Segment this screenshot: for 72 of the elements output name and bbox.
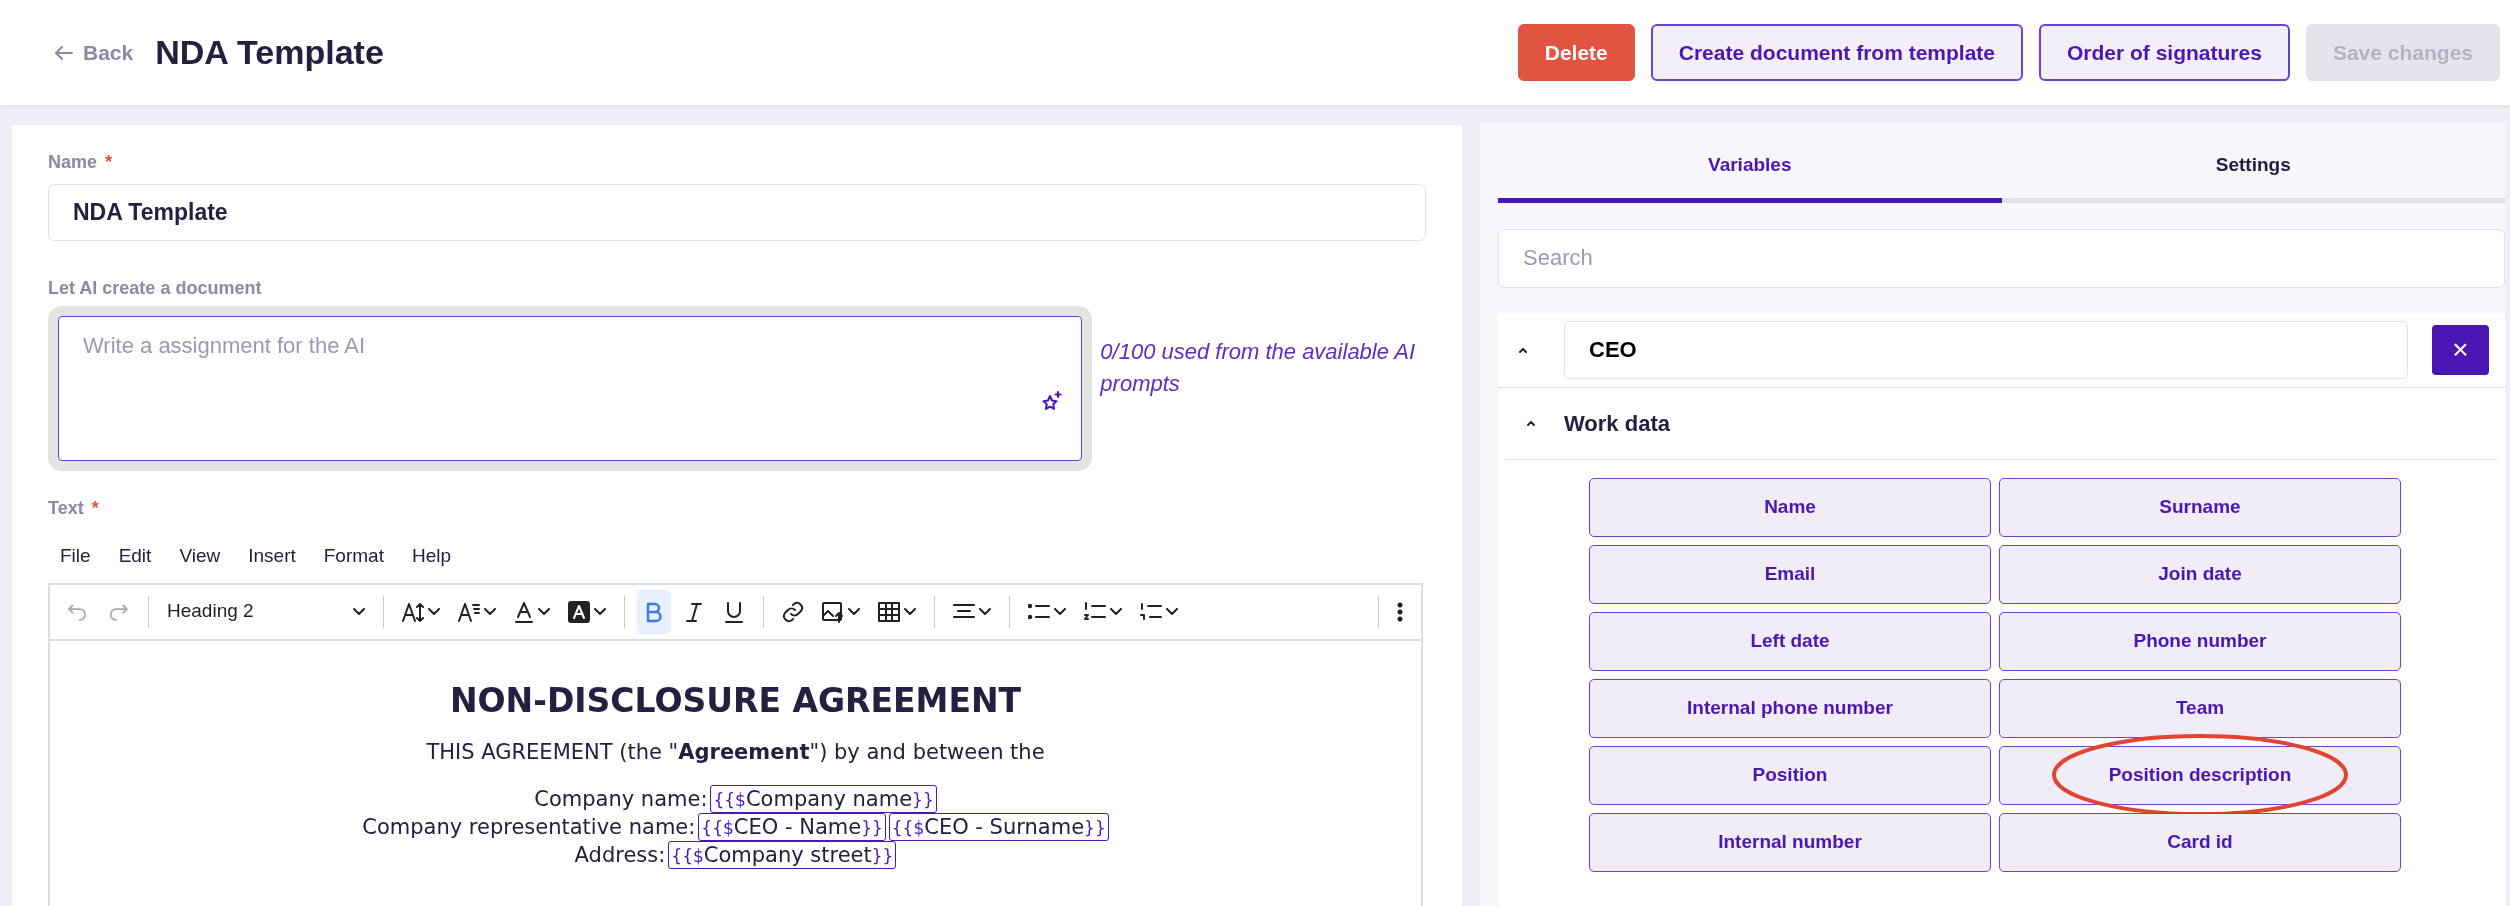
document-paragraph: THIS AGREEMENT (the "Agreement") by and between the: [425, 739, 1046, 766]
menu-item[interactable]: File: [48, 530, 103, 583]
close-button[interactable]: ×: [2432, 324, 2489, 375]
sparkle-icon: [1041, 390, 1064, 412]
caret-icon: [1110, 607, 1122, 616]
action-button[interactable]: Create document from template: [1650, 24, 2023, 81]
caret-icon: [848, 607, 860, 616]
panel-tab[interactable]: Settings: [2001, 123, 2505, 203]
caret-icon: [904, 607, 916, 616]
variable-button[interactable]: Join date: [1999, 544, 2401, 604]
variable-tag[interactable]: {{$CEO - Name}}: [698, 812, 886, 841]
table-icon: [878, 600, 900, 623]
field-label: Text: [48, 497, 84, 520]
caret-icon: [353, 607, 365, 616]
variable-button[interactable]: Surname: [1999, 477, 2401, 537]
panel-tab[interactable]: Variables: [1498, 123, 2002, 203]
caret-icon: [484, 607, 496, 616]
caret-icon: [979, 607, 991, 616]
block-format-dropdown[interactable]: Heading 2: [161, 589, 371, 634]
variable-tag[interactable]: {{$Company street}}: [668, 841, 897, 870]
document-text: Company name:: [534, 786, 708, 811]
variable-button[interactable]: Card id: [1999, 812, 2401, 872]
variable-button[interactable]: Phone number: [1999, 611, 2401, 671]
link-icon: [782, 600, 804, 623]
variable-button[interactable]: Email: [1589, 544, 1991, 604]
search-field[interactable]: Search: [1498, 228, 2505, 288]
caret-icon: [594, 607, 606, 616]
line-height-icon: [458, 600, 480, 623]
document-heading: NON-DISCLOSURE AGREEMENT: [448, 679, 1023, 722]
delete-button[interactable]: Delete: [1517, 24, 1635, 81]
image-icon: [822, 600, 844, 623]
field-label: Let AI create a document: [48, 277, 262, 300]
caret-icon: [1166, 607, 1178, 616]
variable-button[interactable]: Internal phone number: [1589, 678, 1991, 738]
bold-button[interactable]: [637, 589, 671, 634]
menu-item[interactable]: Edit: [106, 530, 164, 583]
caret-icon: [538, 607, 550, 616]
document-text: Address:: [574, 843, 666, 867]
variable-button[interactable]: Left date: [1589, 611, 1991, 671]
more-icon: [1397, 600, 1403, 623]
multilevel-list-icon: [1140, 600, 1162, 623]
text-color-icon: [514, 600, 534, 623]
font-size-icon: [402, 600, 424, 623]
menu-item[interactable]: Help: [399, 530, 463, 583]
menu-item[interactable]: Insert: [236, 530, 308, 583]
menu-item[interactable]: Format: [311, 530, 396, 583]
caret-icon: [428, 607, 440, 616]
arrow-left-icon: [55, 45, 73, 60]
variable-tag[interactable]: {{$Company name}}: [710, 784, 937, 813]
ai-usage-text: 0/100 used from the available AI prompts: [1100, 338, 1417, 398]
section-title: Work data: [1564, 409, 1670, 438]
variable-button[interactable]: Position description: [1999, 745, 2401, 805]
document-text: Company representative name:: [362, 814, 696, 839]
variable-button[interactable]: Team: [1999, 678, 2401, 738]
variable-tag[interactable]: {{$CEO - Surname}}: [888, 812, 1109, 841]
caret-icon: [1054, 607, 1066, 616]
field-label: Name: [48, 151, 98, 174]
variable-button[interactable]: Position: [1589, 745, 1991, 805]
action-button[interactable]: Order of signatures: [2039, 24, 2290, 81]
page-title: NDA Template: [155, 32, 384, 73]
group-name-field[interactable]: CEO: [1564, 320, 2408, 379]
underline-icon: [723, 600, 745, 623]
highlight-icon: [568, 600, 590, 623]
ai-prompt-field[interactable]: Write a assignment for the AI: [59, 317, 1082, 460]
numbered-list-icon: [1084, 600, 1106, 623]
required-mark: *: [91, 497, 99, 520]
variable-button[interactable]: Internal number: [1589, 812, 1991, 872]
italic-icon: [683, 600, 705, 623]
required-mark: *: [105, 151, 113, 174]
variable-button[interactable]: Name: [1589, 477, 1991, 537]
menu-item[interactable]: View: [167, 530, 233, 583]
name-field[interactable]: NDA Template: [48, 184, 1426, 241]
